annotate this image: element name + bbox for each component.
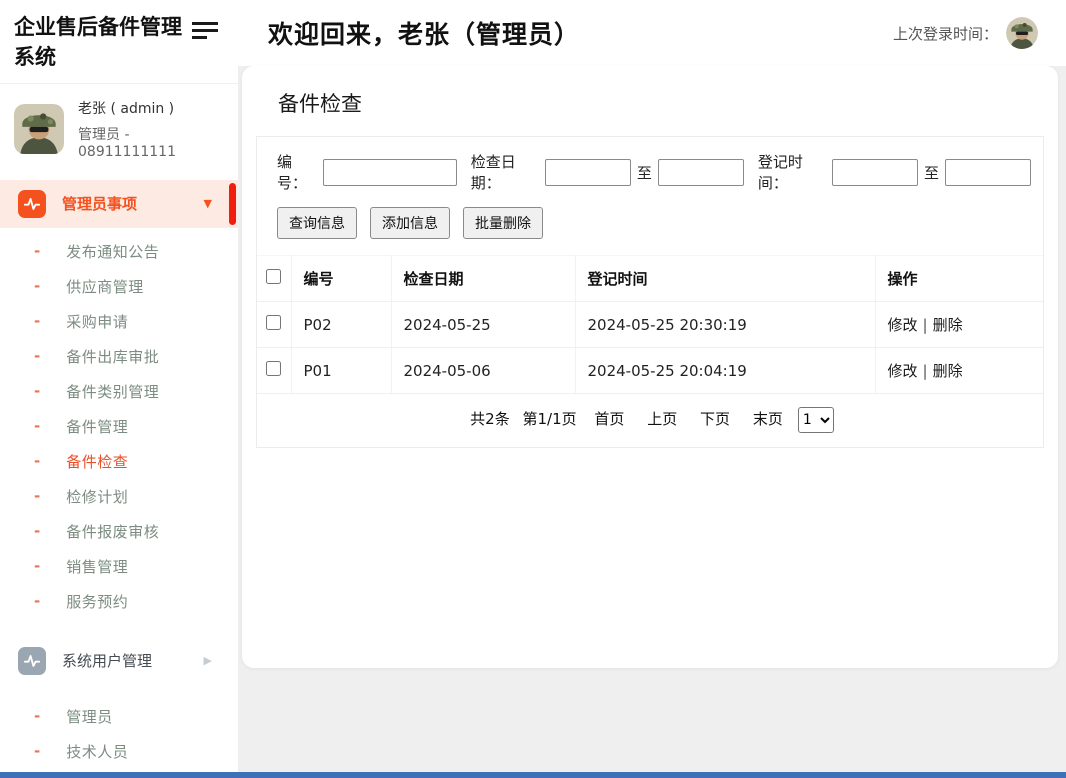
row-checkbox[interactable] (266, 361, 281, 376)
action-separator: | (923, 316, 928, 334)
cell-check-date: 2024-05-06 (391, 348, 575, 394)
last-login-info: 上次登录时间： (893, 0, 1038, 66)
sidebar-item-parts-inspection[interactable]: -备件检查 (0, 444, 238, 479)
register-time-to-input[interactable] (945, 159, 1031, 186)
sidebar-section-admin-matters[interactable]: 管理员事项 ▼ (0, 180, 238, 228)
users-submenu: -管理员 -技术人员 -客户 (0, 685, 238, 778)
bottom-accent-bar (0, 772, 1066, 778)
next-page-link[interactable]: 下页 (700, 410, 730, 428)
id-input[interactable] (323, 159, 457, 186)
select-all-checkbox[interactable] (266, 269, 281, 284)
chevron-right-icon: ▶ (204, 654, 212, 667)
last-page-link[interactable]: 末页 (753, 410, 783, 428)
first-page-link[interactable]: 首页 (594, 410, 624, 428)
pulse-icon (18, 647, 46, 675)
sidebar-item-maintenance-plan[interactable]: -检修计划 (0, 479, 238, 514)
active-section-indicator (229, 183, 236, 225)
content-area: 备件检查 编号： 检查日期： 至 登记时间： 至 查询信息 (238, 66, 1066, 772)
sidebar-item-parts-mgmt[interactable]: -备件管理 (0, 409, 238, 444)
to-label: 至 (637, 162, 652, 183)
content-card: 备件检查 编号： 检查日期： 至 登记时间： 至 查询信息 (242, 66, 1058, 668)
sidebar-item-outbound-approval[interactable]: -备件出库审批 (0, 339, 238, 374)
query-button[interactable]: 查询信息 (277, 207, 357, 239)
section-label: 管理员事项 (62, 193, 137, 214)
sidebar-item-administrators[interactable]: -管理员 (0, 699, 238, 734)
welcome-heading: 欢迎回来，老张（管理员） (268, 15, 580, 51)
section-label: 系统用户管理 (62, 650, 152, 671)
sidebar-item-publish-notice[interactable]: -发布通知公告 (0, 234, 238, 269)
avatar[interactable] (1006, 17, 1038, 49)
col-header-register-time: 登记时间 (575, 256, 875, 302)
cell-register-time: 2024-05-25 20:04:19 (575, 348, 875, 394)
hamburger-menu-icon[interactable] (192, 22, 220, 43)
table-header-row: 编号 检查日期 登记时间 操作 (257, 256, 1043, 302)
check-date-from-input[interactable] (545, 159, 631, 186)
app-root: 企业售后备件管理系统 老张 ( admin ) 管理员 - 089111111 (0, 0, 1066, 778)
id-label: 编号： (277, 151, 320, 193)
prev-page-link[interactable]: 上页 (647, 410, 677, 428)
delete-link[interactable]: 删除 (933, 316, 963, 334)
page-title: 备件检查 (278, 88, 1044, 118)
cell-actions: 修改 | 删除 (875, 348, 1043, 394)
inspection-table: 编号 检查日期 登记时间 操作 P02 2024-05-25 2024-05-2… (257, 255, 1043, 394)
sidebar-item-service-booking[interactable]: -服务预约 (0, 584, 238, 619)
cell-register-time: 2024-05-25 20:30:19 (575, 302, 875, 348)
sidebar-nav: 管理员事项 ▼ -发布通知公告 -供应商管理 -采购申请 -备件出库审批 -备件… (0, 180, 238, 778)
delete-link[interactable]: 删除 (933, 362, 963, 380)
sidebar-section-system-users[interactable]: 系统用户管理 ▶ (0, 637, 238, 685)
col-header-check-date: 检查日期 (391, 256, 575, 302)
user-role: 管理员 - 08911111111 (78, 124, 224, 160)
user-profile: 老张 ( admin ) 管理员 - 08911111111 (0, 84, 238, 172)
cell-check-date: 2024-05-25 (391, 302, 575, 348)
batch-delete-button[interactable]: 批量删除 (463, 207, 543, 239)
user-name: 老张 ( admin ) (78, 98, 224, 118)
inspection-panel: 编号： 检查日期： 至 登记时间： 至 查询信息 添加信息 批量删除 (256, 136, 1044, 448)
check-date-label: 检查日期： (471, 151, 542, 193)
action-buttons: 查询信息 添加信息 批量删除 (257, 193, 1043, 239)
app-title: 企业售后备件管理系统 (14, 12, 196, 73)
cell-actions: 修改 | 删除 (875, 302, 1043, 348)
col-header-id: 编号 (291, 256, 391, 302)
last-login-label: 上次登录时间： (893, 23, 998, 44)
sidebar: 企业售后备件管理系统 老张 ( admin ) 管理员 - 089111111 (0, 0, 238, 772)
register-time-from-input[interactable] (832, 159, 918, 186)
total-count: 共2条 (470, 410, 510, 428)
sidebar-item-scrap-review[interactable]: -备件报废审核 (0, 514, 238, 549)
user-profile-text: 老张 ( admin ) 管理员 - 08911111111 (78, 98, 224, 160)
register-time-label: 登记时间： (758, 151, 829, 193)
top-header: 欢迎回来，老张（管理员） 上次登录时间： (238, 0, 1066, 66)
sidebar-item-purchase-request[interactable]: -采购申请 (0, 304, 238, 339)
search-form: 编号： 检查日期： 至 登记时间： 至 (257, 137, 1043, 193)
chevron-down-icon: ▼ (204, 197, 212, 210)
page-select[interactable]: 1 (798, 407, 834, 433)
cell-id: P02 (291, 302, 391, 348)
table-row: P01 2024-05-06 2024-05-25 20:04:19 修改 | 删除 (257, 348, 1043, 394)
sidebar-header: 企业售后备件管理系统 (0, 0, 238, 84)
to-label: 至 (924, 162, 939, 183)
avatar (14, 104, 64, 154)
edit-link[interactable]: 修改 (888, 362, 918, 380)
pulse-icon (18, 190, 46, 218)
action-separator: | (923, 362, 928, 380)
sidebar-item-technicians[interactable]: -技术人员 (0, 734, 238, 769)
col-header-actions: 操作 (875, 256, 1043, 302)
table-row: P02 2024-05-25 2024-05-25 20:30:19 修改 | 删除 (257, 302, 1043, 348)
page-info: 第1/1页 (522, 410, 576, 428)
edit-link[interactable]: 修改 (888, 316, 918, 334)
admin-submenu: -发布通知公告 -供应商管理 -采购申请 -备件出库审批 -备件类别管理 -备件… (0, 228, 238, 621)
sidebar-item-sales-mgmt[interactable]: -销售管理 (0, 549, 238, 584)
sidebar-item-supplier-mgmt[interactable]: -供应商管理 (0, 269, 238, 304)
pagination: 共2条 第1/1页 首页 上页 下页 末页 1 (257, 394, 1043, 447)
sidebar-item-category-mgmt[interactable]: -备件类别管理 (0, 374, 238, 409)
check-date-to-input[interactable] (658, 159, 744, 186)
cell-id: P01 (291, 348, 391, 394)
add-button[interactable]: 添加信息 (370, 207, 450, 239)
row-checkbox[interactable] (266, 315, 281, 330)
